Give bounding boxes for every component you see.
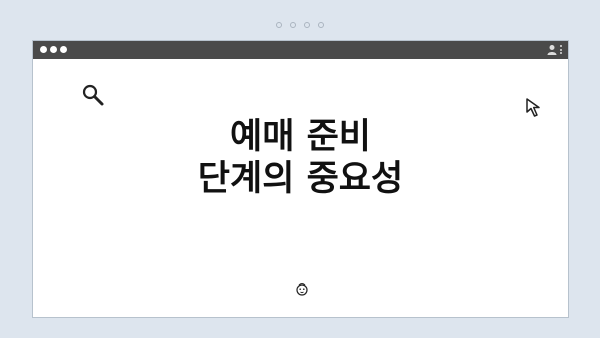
search-icon xyxy=(82,84,104,106)
window-control-dot[interactable] xyxy=(60,46,67,53)
window-control-dot[interactable] xyxy=(50,46,57,53)
page-headline: 예매 준비 단계의 중요성 xyxy=(33,116,568,200)
top-dot xyxy=(304,22,310,28)
window-titlebar xyxy=(33,41,568,59)
face-icon xyxy=(296,283,308,296)
kebab-menu-icon[interactable] xyxy=(560,45,562,54)
headline-line-1: 예매 준비 xyxy=(230,117,371,157)
page-top-dots xyxy=(0,22,600,28)
top-dot xyxy=(276,22,282,28)
top-dot xyxy=(318,22,324,28)
browser-window: 예매 준비 단계의 중요성 xyxy=(32,40,569,318)
top-dot xyxy=(290,22,296,28)
user-icon[interactable] xyxy=(547,44,557,55)
window-controls xyxy=(40,46,67,53)
titlebar-actions xyxy=(547,44,562,55)
headline-line-2: 단계의 중요성 xyxy=(197,159,404,199)
window-control-dot[interactable] xyxy=(40,46,47,53)
